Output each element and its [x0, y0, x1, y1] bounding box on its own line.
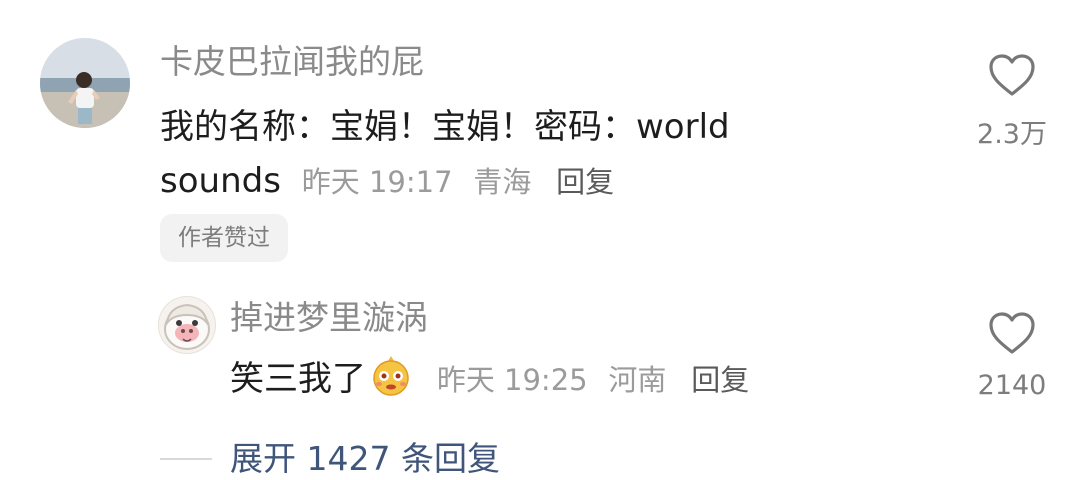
comment-like-count: 2.3万	[977, 119, 1047, 150]
smiling-face-emoji-icon	[370, 354, 412, 396]
reply-like-count: 2140	[977, 370, 1047, 401]
replier-username[interactable]: 掉进梦里漩涡	[230, 298, 428, 338]
comment-text-line2: sounds 昨天 19:17 青海 回复	[160, 154, 614, 209]
reply-text-line: 笑三我了 昨天 19:25 河南 回复	[230, 352, 749, 407]
reply-reply-button[interactable]: 回复	[691, 363, 749, 397]
reply-time: 昨天 19:25	[436, 363, 588, 397]
reply-text: 笑三我了	[230, 359, 366, 399]
expand-divider-line	[160, 458, 212, 460]
expand-replies-button[interactable]: 展开 1427 条回复	[230, 432, 500, 480]
reply-like-button[interactable]	[987, 310, 1037, 356]
comment-like-button[interactable]	[987, 52, 1037, 98]
comment-time: 昨天 19:17	[301, 165, 453, 199]
commenter-username[interactable]: 卡皮巴拉闻我的屁	[160, 42, 424, 82]
comment-text-continued: sounds	[160, 161, 281, 201]
commenter-avatar[interactable]	[40, 38, 130, 128]
heart-icon	[989, 312, 1035, 354]
heart-icon	[989, 54, 1035, 96]
comment-text-line1: 我的名称：宝娟！宝娟！密码：world	[160, 107, 730, 147]
comment-location: 青海	[473, 165, 532, 199]
author-liked-badge: 作者赞过	[160, 214, 288, 262]
comment-reply-button[interactable]: 回复	[556, 165, 614, 199]
reply-location: 河南	[608, 363, 667, 397]
replier-avatar[interactable]	[158, 296, 216, 354]
